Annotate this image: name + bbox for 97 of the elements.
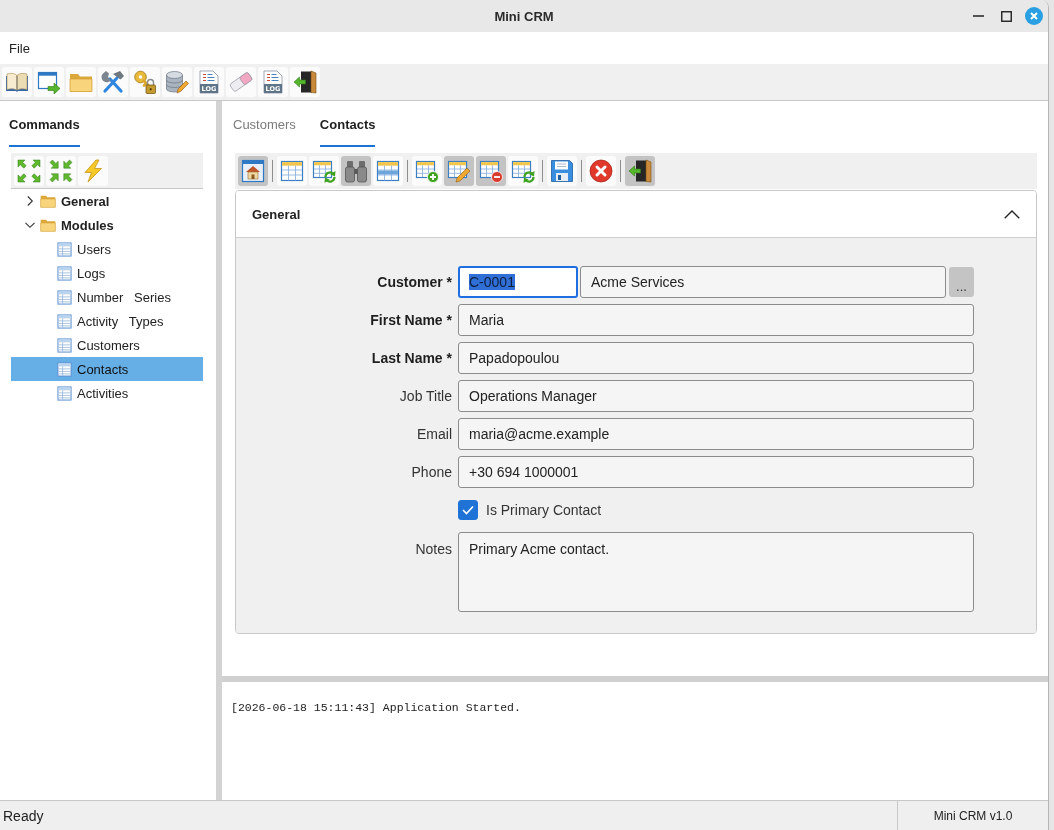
tab[interactable]: Customers xyxy=(233,116,296,147)
tree-item[interactable]: Customers xyxy=(11,333,203,357)
expand-button[interactable] xyxy=(14,156,44,186)
version-label: Mini CRM v1.0 xyxy=(933,808,1013,823)
save-button[interactable] xyxy=(547,156,577,186)
field-label: Notes xyxy=(415,541,452,557)
run-button[interactable] xyxy=(78,156,108,186)
window-button[interactable] xyxy=(34,67,64,97)
grid-refresh-button[interactable] xyxy=(508,156,538,186)
text-field[interactable]: Maria xyxy=(458,304,974,336)
book-button[interactable] xyxy=(2,67,32,97)
check-icon xyxy=(462,505,474,515)
field-label: Phone xyxy=(411,464,452,480)
grid-add-icon xyxy=(415,159,439,183)
exit-button[interactable] xyxy=(625,156,655,186)
database-button[interactable] xyxy=(162,67,192,97)
cancel-icon xyxy=(589,159,613,183)
lightning-icon xyxy=(81,159,105,183)
table-icon xyxy=(57,313,72,329)
binoculars-icon xyxy=(344,159,368,183)
tools-button[interactable] xyxy=(98,67,128,97)
tree-item[interactable]: Logs xyxy=(11,261,203,285)
home-window-icon xyxy=(241,159,265,183)
close-button[interactable] xyxy=(1025,7,1043,25)
tree-item[interactable]: Contacts xyxy=(11,357,203,381)
folder-icon xyxy=(40,193,56,209)
grid-delete-button[interactable] xyxy=(476,156,506,186)
tree-item[interactable]: Users xyxy=(11,237,203,261)
grid-pencil-icon xyxy=(447,159,471,183)
cancel-button[interactable] xyxy=(586,156,616,186)
field-label: Job Title xyxy=(399,388,452,404)
collapse-arrows-icon xyxy=(49,159,73,183)
notes-field[interactable]: Primary Acme contact. xyxy=(458,532,974,612)
table-icon xyxy=(57,289,72,305)
open-book-icon xyxy=(5,70,29,94)
key-lock-icon xyxy=(133,70,157,94)
text-field[interactable]: maria@acme.example xyxy=(458,418,974,450)
exit-door-icon xyxy=(293,70,317,94)
grid-row-icon xyxy=(376,159,400,183)
tree-item[interactable]: Activity Types xyxy=(11,309,203,333)
folder-icon xyxy=(40,217,56,233)
tree-item[interactable]: Activities xyxy=(11,381,203,405)
menu-item[interactable]: File xyxy=(9,40,30,56)
collapse-button[interactable] xyxy=(46,156,76,186)
tab[interactable]: Contacts xyxy=(319,116,376,147)
maximize-icon xyxy=(1000,10,1012,22)
find-button[interactable] xyxy=(341,156,371,186)
table-icon xyxy=(57,241,72,257)
exit-button[interactable] xyxy=(290,67,320,97)
field-label: First Name * xyxy=(370,312,452,328)
group-header[interactable]: General xyxy=(236,191,1036,238)
tree-item[interactable]: General xyxy=(11,189,203,213)
home-button[interactable] xyxy=(238,156,268,186)
grid-refresh-icon xyxy=(511,159,535,183)
window-title: Mini CRM xyxy=(494,8,554,24)
folder-button[interactable] xyxy=(66,67,96,97)
table-icon xyxy=(57,265,72,281)
checkbox-label: Is Primary Contact xyxy=(486,502,602,518)
expand-arrows-icon xyxy=(17,159,41,183)
tree-item[interactable]: Number Series xyxy=(11,285,203,309)
chevron-up-icon[interactable] xyxy=(1004,209,1020,219)
browse-button[interactable]: ... xyxy=(949,267,974,297)
window-arrow-icon xyxy=(37,70,61,94)
field-label: Email xyxy=(417,426,452,442)
grid-refresh-button[interactable] xyxy=(309,156,339,186)
field-label: Customer * xyxy=(377,274,452,290)
text-field[interactable]: +30 694 1000001 xyxy=(458,456,974,488)
grid-row-button[interactable] xyxy=(373,156,403,186)
chevron-right-icon[interactable] xyxy=(25,196,35,206)
grid-add-button[interactable] xyxy=(412,156,442,186)
grid-icon xyxy=(280,159,304,183)
checkbox[interactable] xyxy=(458,500,478,520)
text-field[interactable]: Papadopoulou xyxy=(458,342,974,374)
tree-item[interactable]: Modules xyxy=(11,213,203,237)
grid-edit-button[interactable] xyxy=(444,156,474,186)
eraser-icon xyxy=(229,70,253,94)
name-field[interactable]: Acme Services xyxy=(580,266,946,298)
table-icon xyxy=(57,361,72,377)
database-pencil-icon xyxy=(165,70,189,94)
log-line: [2026-06-18 15:11:43] Application Started. xyxy=(231,701,521,714)
group-title: General xyxy=(252,206,301,222)
minimize-icon xyxy=(972,15,984,17)
table-icon xyxy=(57,337,72,353)
grid-refresh-icon xyxy=(312,159,336,183)
chevron-down-icon[interactable] xyxy=(25,220,35,230)
key-button[interactable] xyxy=(130,67,160,97)
grid-minus-icon xyxy=(479,159,503,183)
field-label: Last Name * xyxy=(371,350,452,366)
tools-icon xyxy=(101,70,125,94)
eraser-button[interactable] xyxy=(226,67,256,97)
grid-button[interactable] xyxy=(277,156,307,186)
table-icon xyxy=(57,385,72,401)
exit-door-icon xyxy=(628,159,652,183)
text-field[interactable]: Operations Manager xyxy=(458,380,974,412)
tab[interactable]: Commands xyxy=(9,116,80,147)
status-message: Ready xyxy=(2,807,44,824)
close-icon xyxy=(1025,7,1043,25)
